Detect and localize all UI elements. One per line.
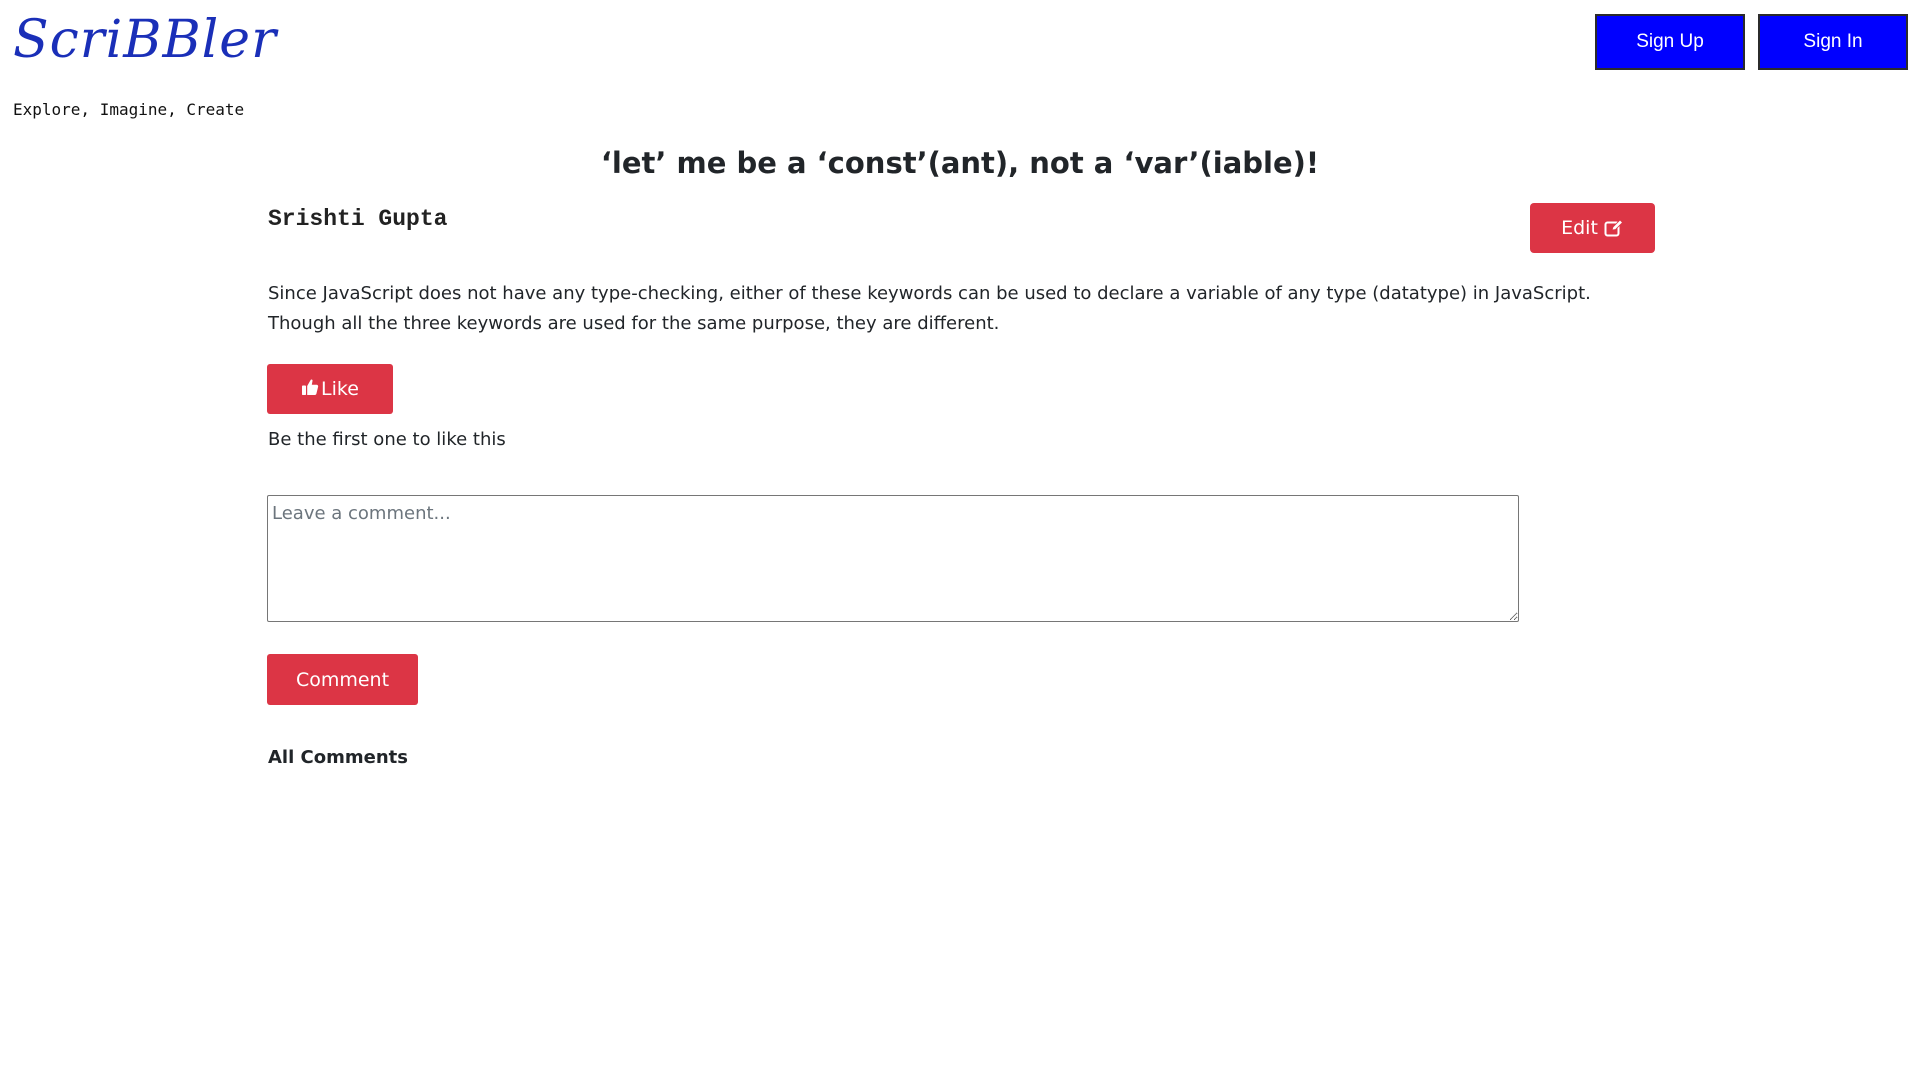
auth-buttons: Sign Up Sign In (1595, 14, 1908, 70)
edit-icon (1604, 219, 1624, 237)
sign-in-button[interactable]: Sign In (1758, 14, 1908, 70)
post-author: Srishti Gupta (268, 206, 448, 232)
post-body: Since JavaScript does not have any type-… (268, 283, 1591, 334)
thumbs-up-icon (301, 378, 319, 401)
like-button-label: Like (321, 378, 359, 400)
sign-up-button[interactable]: Sign Up (1595, 14, 1745, 70)
tagline: Explore, Imagine, Create (13, 100, 245, 119)
all-comments-heading: All Comments (268, 747, 408, 768)
brand: ScriBBler (13, 8, 277, 72)
edit-button[interactable]: Edit (1530, 203, 1655, 253)
page: ScriBBler Explore, Imagine, Create Sign … (0, 0, 1920, 1080)
like-button[interactable]: Like (267, 364, 393, 414)
comment-button[interactable]: Comment (267, 654, 418, 705)
comment-input[interactable] (267, 495, 1519, 622)
logo[interactable]: ScriBBler (13, 8, 277, 72)
post-title: ‘let’ me be a ‘const’(ant), not a ‘var’(… (600, 146, 1320, 180)
edit-button-label: Edit (1561, 217, 1598, 239)
like-status: Be the first one to like this (268, 429, 506, 450)
